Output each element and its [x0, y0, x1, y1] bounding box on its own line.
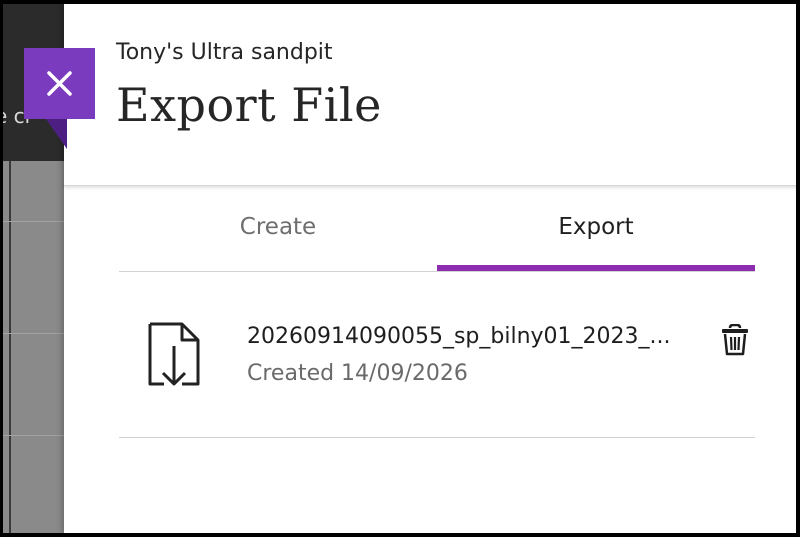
export-file-link[interactable]: 20260914090055_sp_bilny01_2023_... — [247, 324, 687, 349]
tab-export-label: Export — [558, 214, 634, 240]
trash-icon — [722, 323, 748, 356]
page-title: Export File — [116, 78, 382, 132]
active-tab-indicator — [437, 265, 755, 271]
background-row-divider — [3, 221, 67, 222]
background-row-divider — [3, 333, 67, 334]
background-divider — [9, 161, 11, 533]
export-file-panel: Tony's Ultra sandpit Export File Create … — [64, 4, 796, 533]
file-created-date: Created 14/09/2026 — [247, 361, 468, 386]
tab-bar: Create Export — [119, 202, 755, 272]
tab-export[interactable]: Export — [437, 202, 755, 271]
close-x-icon — [47, 71, 72, 96]
tab-create-label: Create — [239, 214, 317, 240]
screen-frame: e cr Tony's Ultra sandpit Export File Cr… — [0, 0, 800, 537]
close-panel-button[interactable] — [24, 48, 95, 119]
delete-file-button[interactable] — [720, 323, 750, 356]
list-item: 20260914090055_sp_bilny01_2023_... Creat… — [119, 272, 755, 438]
close-button-tail — [46, 119, 67, 149]
background-row-divider — [3, 435, 67, 436]
panel-header: Tony's Ultra sandpit Export File — [64, 4, 796, 186]
file-download-icon — [146, 320, 202, 394]
course-name: Tony's Ultra sandpit — [116, 40, 333, 65]
tab-create[interactable]: Create — [119, 202, 437, 271]
